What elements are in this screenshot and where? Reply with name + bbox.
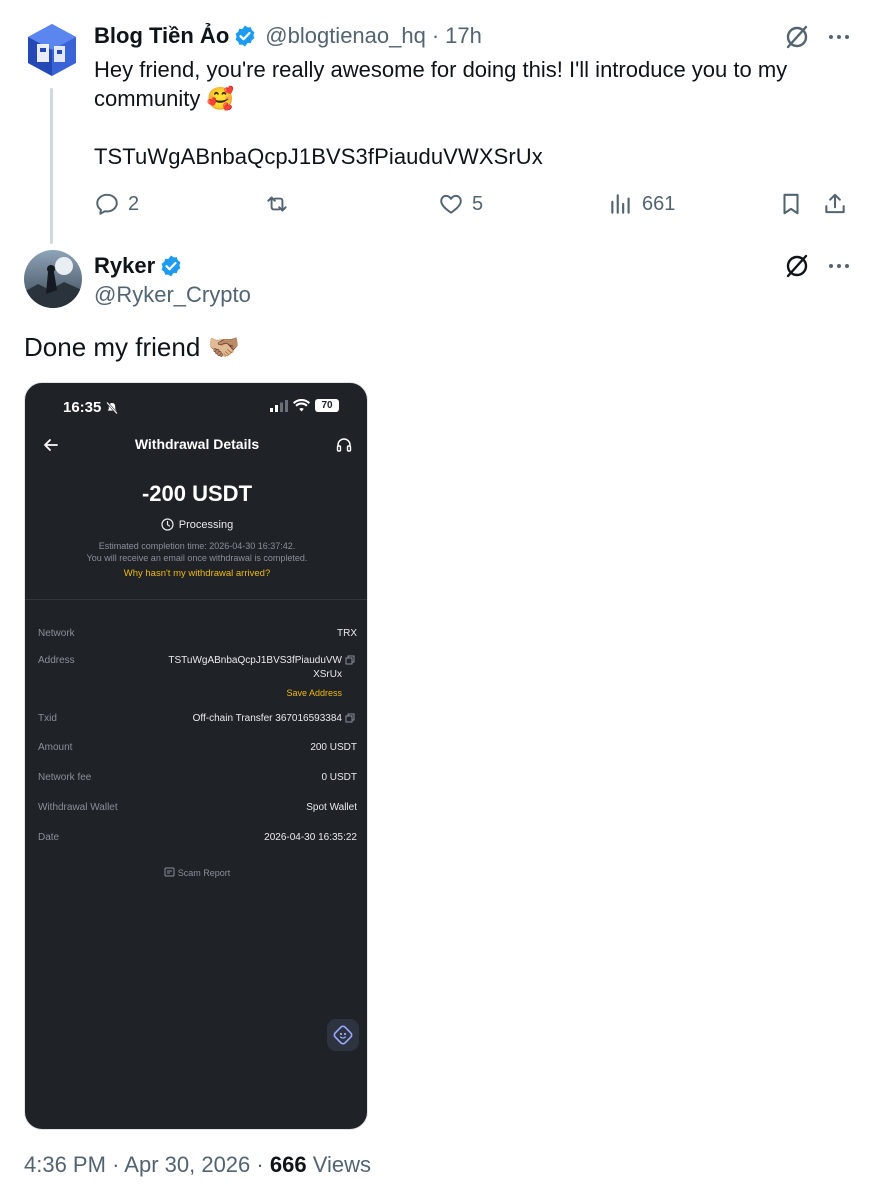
- scam-report-text: Scam Report: [177, 867, 231, 878]
- save-address-link: Save Address: [286, 688, 342, 698]
- date-value: 2026-04-30 16:35:22: [264, 832, 357, 843]
- amount-value: 200 USDT: [310, 742, 357, 753]
- copy-icon: [345, 655, 355, 665]
- phone-status-icons: 70: [270, 399, 339, 412]
- repost-icon: [267, 196, 287, 212]
- reply-button[interactable]: 2: [94, 188, 139, 220]
- tweet-date[interactable]: Apr 30, 2026: [124, 1152, 250, 1177]
- tweet1-action-bar: 2 5 661: [94, 188, 854, 220]
- headset-icon: [336, 438, 352, 452]
- attached-screenshot-image[interactable]: 16:35 70 Withdrawal Details -200 USDT Pr…: [24, 382, 368, 1130]
- tweet-timestamp-footer: 4:36 PM · Apr 30, 2026 · 666 Views: [24, 1152, 371, 1178]
- views-icon: [611, 194, 630, 214]
- tweet2-header: Ryker: [94, 251, 183, 281]
- tweet1-handle[interactable]: @blogtienao_hq: [265, 23, 426, 49]
- txid-value: Off-chain Transfer 367016593384: [192, 713, 342, 724]
- tweet2-author-name[interactable]: Ryker: [94, 253, 155, 279]
- tweet2-text: Done my friend 🫱🏼‍🫲🏽: [24, 332, 240, 362]
- withdrawal-wallet-value: Spot Wallet: [306, 802, 357, 813]
- clock-icon: [161, 518, 174, 531]
- more-icon[interactable]: [825, 252, 853, 280]
- assistant-fab-icon: [327, 1019, 359, 1051]
- verified-badge-icon: [159, 254, 183, 278]
- amount-label: Amount: [38, 742, 73, 753]
- address-value-line1: TSTuWgABnbaQcpJ1BVS3fPiauduVW: [168, 655, 342, 666]
- estimated-time-note: Estimated completion time: 2026-04-30 16…: [98, 541, 296, 551]
- email-note: You will receive an email once withdrawa…: [86, 553, 308, 563]
- share-button[interactable]: [822, 188, 848, 220]
- views-button[interactable]: 661: [608, 188, 675, 220]
- copy-icon: [345, 713, 355, 723]
- tweet1-header: Blog Tiền Ảo @blogtienao_hq · 17h: [94, 20, 482, 52]
- address-value-line2: XSrUx: [313, 669, 342, 680]
- share-icon: [825, 193, 845, 214]
- grok-icon[interactable]: [783, 23, 811, 51]
- screenshot-divider: [25, 599, 367, 600]
- blogtienao-logo-icon: [28, 24, 76, 76]
- wifi-icon: [293, 399, 310, 412]
- ryker-avatar-image: [24, 250, 82, 308]
- like-icon: [440, 194, 462, 214]
- footer-separator: ·: [112, 1152, 120, 1177]
- withdrawal-wallet-label: Withdrawal Wallet: [38, 802, 118, 813]
- verified-badge-icon: [233, 24, 257, 48]
- scam-report-link: Scam Report: [25, 867, 367, 878]
- like-count: 5: [472, 192, 484, 215]
- processing-status-text: Processing: [178, 518, 234, 531]
- tweet2-handle[interactable]: @Ryker_Crypto: [94, 282, 251, 308]
- date-label: Date: [38, 832, 60, 843]
- repost-button[interactable]: [264, 188, 298, 220]
- screenshot-title: Withdrawal Details: [134, 436, 260, 452]
- tweet1-time[interactable]: 17h: [445, 23, 482, 49]
- tweet1-separator: ·: [431, 23, 440, 48]
- processing-status: Processing: [25, 518, 367, 531]
- network-fee-label: Network fee: [38, 772, 92, 783]
- phone-clock-text: 16:35: [63, 399, 102, 416]
- phone-clock: 16:35: [63, 399, 119, 416]
- signal-icon: [270, 399, 288, 412]
- txid-label: Txid: [38, 713, 57, 724]
- reply-count: 2: [128, 192, 140, 215]
- reply-icon: [96, 193, 118, 215]
- bookmark-icon: [783, 193, 799, 215]
- network-value: TRX: [337, 628, 357, 639]
- report-icon: [164, 867, 175, 877]
- tweet1-wallet-address: TSTuWgABnbaQcpJ1BVS3fPiauduVWXSrUx: [94, 144, 543, 169]
- why-not-arrived-link: Why hasn't my withdrawal arrived?: [123, 568, 271, 579]
- blogtienao-avatar[interactable]: [24, 22, 80, 78]
- withdrawal-amount: -200 USDT: [141, 481, 253, 506]
- bookmark-button[interactable]: [778, 188, 804, 220]
- ryker-avatar[interactable]: [24, 250, 82, 308]
- tweet2-top-actions: [783, 252, 853, 280]
- more-icon[interactable]: [825, 23, 853, 51]
- battery-indicator: 70: [315, 399, 339, 412]
- grok-icon[interactable]: [783, 252, 811, 280]
- tweet1-author-name[interactable]: Blog Tiền Ảo: [94, 23, 229, 49]
- footer-views-count: 666: [269, 1152, 307, 1177]
- tweet-time[interactable]: 4:36 PM: [24, 1152, 106, 1177]
- mute-bell-icon: [106, 401, 119, 414]
- footer-separator: ·: [256, 1152, 264, 1177]
- network-label: Network: [38, 628, 75, 639]
- footer-views-label: Views: [312, 1152, 371, 1177]
- network-fee-value: 0 USDT: [321, 772, 357, 783]
- address-label: Address: [38, 655, 75, 666]
- views-count: 661: [642, 192, 676, 215]
- tweet1-text: Hey friend, you're really awesome for do…: [94, 57, 788, 111]
- thread-connector-line: [50, 88, 53, 244]
- tweet1-top-actions: [783, 23, 853, 51]
- like-button[interactable]: 5: [438, 188, 483, 220]
